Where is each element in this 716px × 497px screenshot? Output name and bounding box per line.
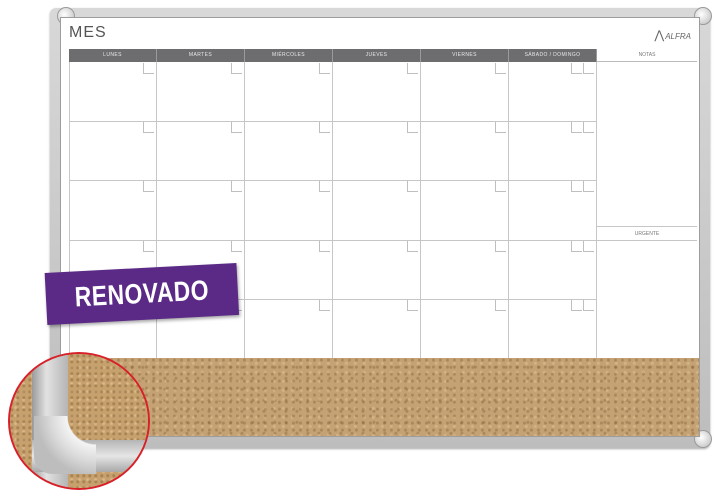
weekday-header: MIÉRCOLES [245,49,333,62]
urgent-header: URGENTE [634,231,660,237]
planner-board: MES ⋀ALFRA LUNES MARTES MIÉRCOLES JUEVES VIE… [60,17,700,437]
cork-board-strip [61,358,699,436]
date-number-box [571,63,582,74]
date-number-box [231,181,242,193]
weekday-header: VIERNES [421,49,509,62]
month-title: MES [69,24,107,41]
date-number-box [583,299,594,311]
date-number-box [143,240,154,252]
grid-column-line [244,62,245,358]
date-number-box [319,240,330,252]
weekday-header: LUNES [69,49,157,62]
weekday-header: MARTES [157,49,245,62]
date-number-box [231,240,242,252]
date-number-box [143,181,154,193]
weekday-header: SÁBADO / DOMINGO [509,49,597,62]
brand-name: ALFRA [665,32,691,41]
brand-icon: ⋀ [654,28,665,42]
date-number-box [583,240,594,252]
date-number-box [319,63,330,74]
zoom-rounded-corner-piece [34,416,96,474]
date-number-box [495,181,506,193]
date-number-box [495,122,506,134]
date-number-box [143,122,154,134]
date-number-box [583,122,594,134]
date-number-box [495,63,506,74]
notes-divider-line [597,226,697,227]
weekday-header: JUEVES [333,49,421,62]
date-number-box [495,240,506,252]
date-number-box [571,122,582,134]
grid-column-line [332,62,333,358]
date-number-box [143,63,154,74]
badge-label: RENOVADO [73,274,210,313]
date-number-box [319,181,330,193]
grid-column-line [508,62,509,358]
renovado-badge: RENOVADO [44,262,240,325]
grid-column-line [596,62,597,358]
brand-logo: ⋀ALFRA [654,28,691,42]
date-number-box [407,122,418,134]
date-number-box [495,299,506,311]
date-number-box [571,181,582,193]
date-number-box [571,240,582,252]
grid-column-line [420,62,421,358]
date-number-box [407,240,418,252]
date-number-box [319,122,330,134]
notes-divider-line [597,240,697,241]
date-number-box [231,63,242,74]
corner-detail-magnifier [8,352,150,490]
date-number-box [407,181,418,193]
date-number-box [407,299,418,311]
notes-header: NOTAS [597,49,697,62]
date-number-box [583,181,594,193]
date-number-box [407,63,418,74]
date-number-box [319,299,330,311]
date-number-box [583,63,594,74]
date-number-box [571,299,582,311]
date-number-box [231,122,242,134]
